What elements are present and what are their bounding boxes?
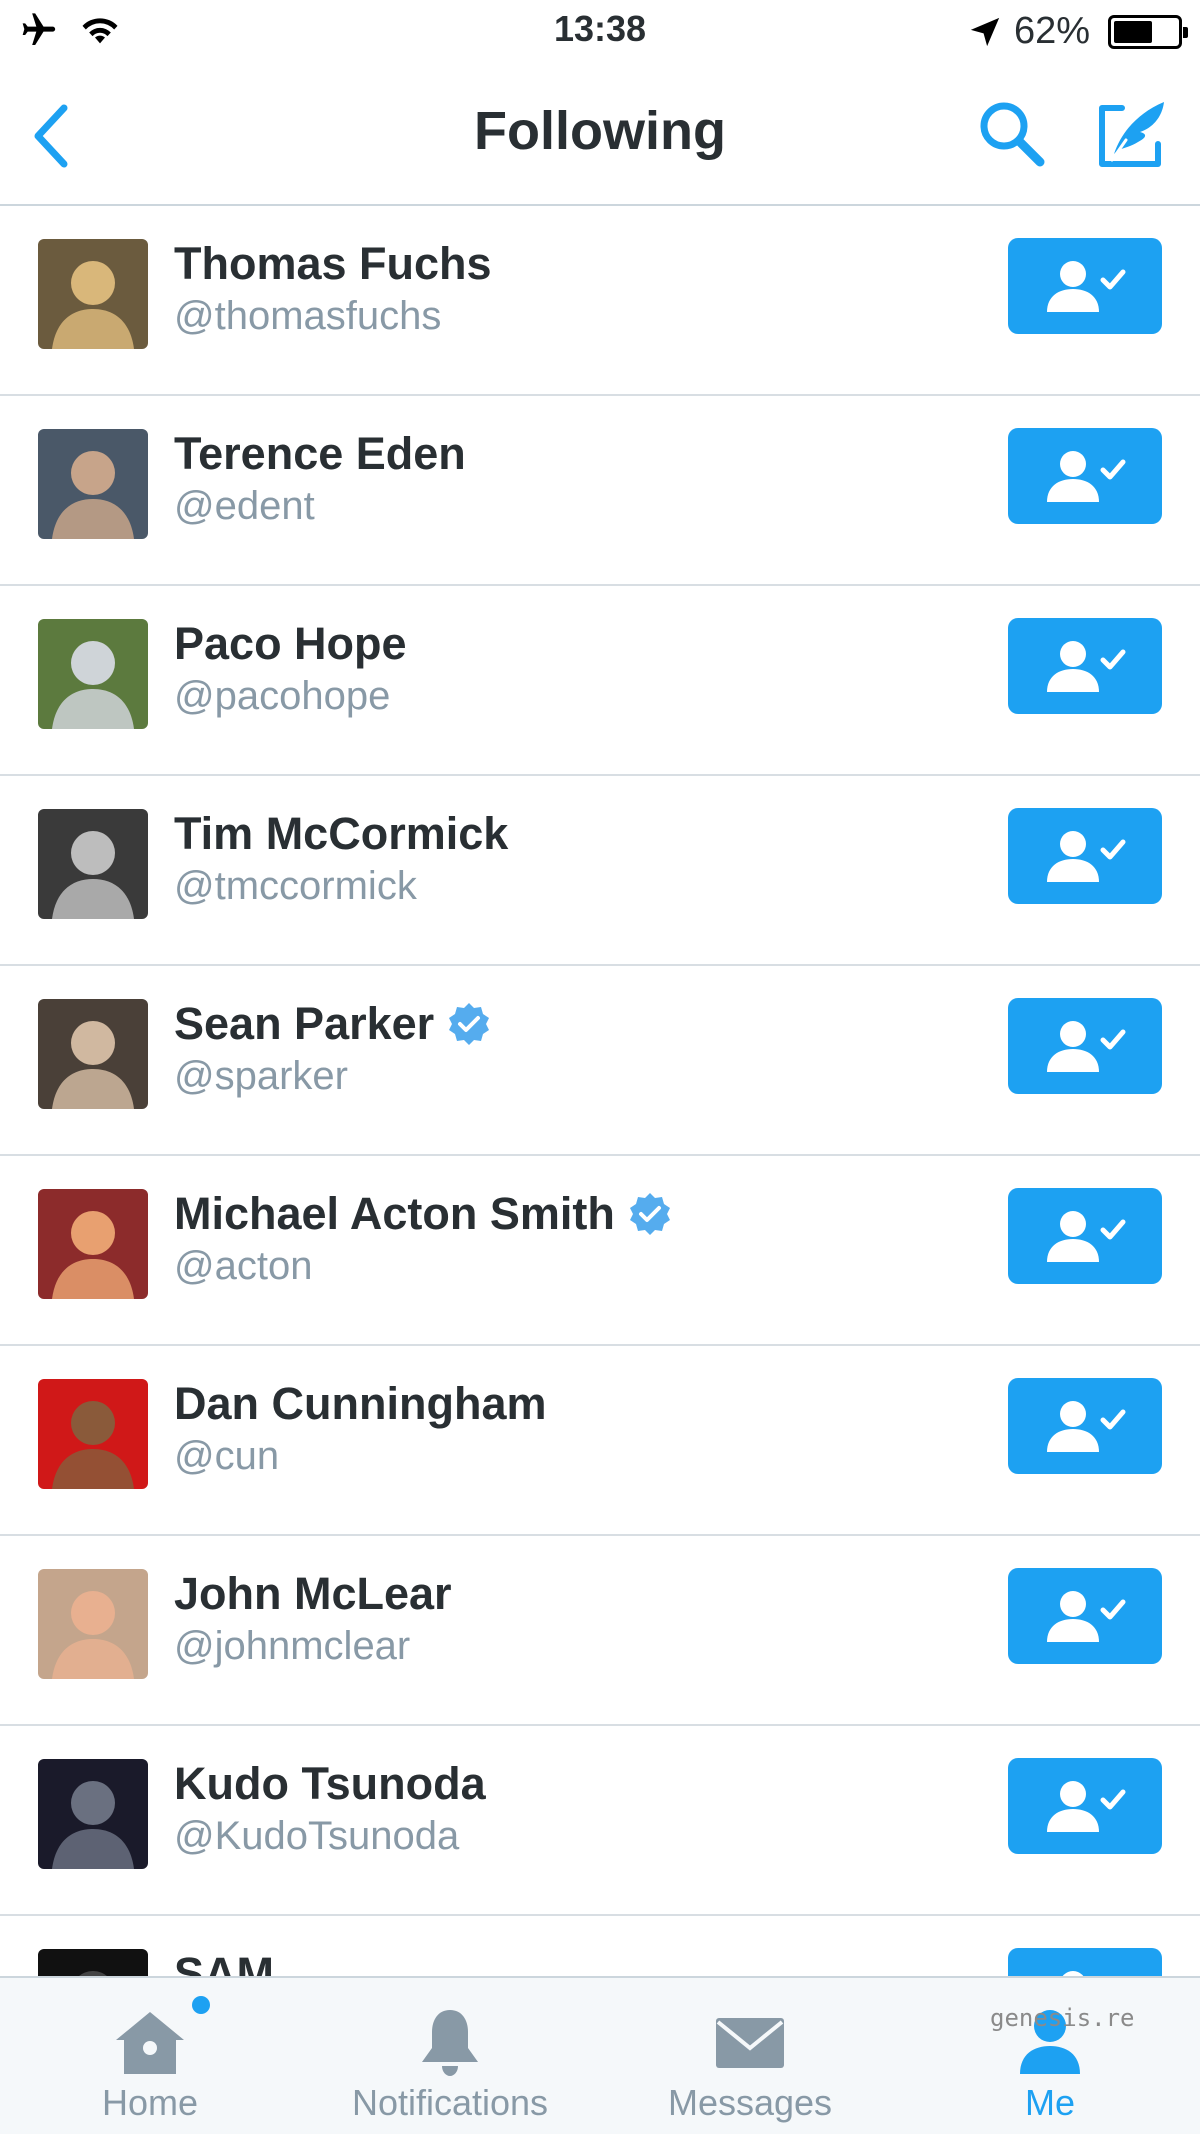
following-list: Thomas Fuchs @thomasfuchs Terence Eden @… <box>0 206 1200 1976</box>
following-button[interactable] <box>1008 1188 1162 1284</box>
user-name: Michael Acton Smith <box>174 1188 615 1239</box>
list-item[interactable]: Terence Eden @edent <box>0 396 1200 586</box>
tab-label-home: Home <box>101 2082 199 2123</box>
name-line: Tim McCormick <box>174 808 508 860</box>
following-button[interactable] <box>1008 618 1162 714</box>
bell-icon <box>422 2010 478 2076</box>
user-name: Kudo Tsunoda <box>174 1758 486 1809</box>
following-check-icon <box>1047 1211 1126 1262</box>
following-button[interactable] <box>1008 428 1162 524</box>
envelope-icon <box>716 2018 784 2068</box>
avatar[interactable] <box>38 809 148 919</box>
following-button[interactable] <box>1008 1378 1162 1474</box>
avatar[interactable] <box>38 429 148 539</box>
tab-label-messages: Messages <box>667 2082 833 2123</box>
following-button[interactable] <box>1008 998 1162 1094</box>
avatar[interactable] <box>38 999 148 1109</box>
tab-label-notifications: Notifications <box>351 2082 549 2123</box>
following-check-icon <box>1047 1781 1126 1832</box>
avatar[interactable] <box>38 1759 148 1869</box>
list-item[interactable]: Thomas Fuchs @thomasfuchs <box>0 206 1200 396</box>
following-button[interactable] <box>1008 1568 1162 1664</box>
status-bar: 13:38 62% <box>0 0 1200 66</box>
battery-cap <box>1183 26 1188 38</box>
user-name: SAM <box>174 1948 274 1976</box>
user-handle: @tmccormick <box>174 864 417 908</box>
user-name: Dan Cunningham <box>174 1378 547 1429</box>
following-check-icon <box>1047 451 1126 502</box>
following-button[interactable] <box>1008 808 1162 904</box>
user-name: Tim McCormick <box>174 808 509 859</box>
name-line: Terence Eden <box>174 428 466 480</box>
following-check-icon <box>1062 1971 1084 1976</box>
battery-fill <box>1114 20 1153 43</box>
following-check-icon <box>1047 1401 1126 1452</box>
list-item[interactable]: Michael Acton Smith @acton <box>0 1156 1200 1346</box>
list-item[interactable]: Kudo Tsunoda @KudoTsunoda <box>0 1726 1200 1916</box>
tab-home[interactable]: Home <box>0 1978 300 2134</box>
tab-bar: Home Notifications Messages Me genesis.r… <box>0 1976 1200 2134</box>
avatar[interactable] <box>38 1189 148 1299</box>
location-arrow-icon <box>970 17 1000 46</box>
user-name: Sean Parker <box>174 998 435 1049</box>
home-icon <box>116 2012 184 2074</box>
avatar[interactable] <box>38 239 148 349</box>
list-item[interactable]: Sean Parker @sparker <box>0 966 1200 1156</box>
nav-bar: Following <box>0 66 1200 206</box>
tab-label-me: Me <box>1024 2082 1075 2123</box>
user-name: John McLear <box>174 1568 452 1619</box>
following-check-icon <box>1047 641 1126 692</box>
user-name: Paco Hope <box>174 618 407 669</box>
following-check-icon <box>1047 261 1126 312</box>
name-line: Dan Cunningham <box>174 1378 546 1430</box>
user-handle: @sparker <box>174 1054 348 1098</box>
user-name: Terence Eden <box>174 428 466 479</box>
verified-badge-icon <box>449 1003 490 1045</box>
user-handle: @KudoTsunoda <box>174 1814 460 1858</box>
following-check-icon <box>1047 1591 1126 1642</box>
user-name: Thomas Fuchs <box>174 238 492 289</box>
battery-percent: 62% <box>1013 10 1090 52</box>
status-right: 62% <box>968 10 1188 53</box>
name-line: John McLear <box>174 1568 452 1620</box>
user-handle: @edent <box>174 484 315 528</box>
tab-messages[interactable]: Messages <box>600 1978 900 2134</box>
name-line: SAM <box>174 1948 274 1976</box>
verified-badge-icon <box>629 1193 670 1235</box>
list-item[interactable]: SAM <box>0 1916 1200 1976</box>
avatar[interactable] <box>38 1569 148 1679</box>
following-button[interactable] <box>1008 1948 1162 1976</box>
following-check-icon <box>1047 831 1126 882</box>
user-handle: @pacohope <box>174 674 391 718</box>
user-handle: @cun <box>174 1434 280 1478</box>
name-line: Michael Acton Smith <box>174 1188 673 1240</box>
tab-me[interactable]: Me <box>900 1978 1200 2134</box>
battery-icon <box>1108 14 1188 49</box>
avatar[interactable] <box>38 1379 148 1489</box>
name-line: Kudo Tsunoda <box>174 1758 486 1810</box>
home-badge-dot <box>192 1996 210 2014</box>
name-line: Thomas Fuchs <box>174 238 492 290</box>
compose-icon[interactable] <box>1092 94 1172 174</box>
avatar[interactable] <box>38 1949 148 1976</box>
user-handle: @acton <box>174 1244 313 1288</box>
name-line: Sean Parker <box>174 998 492 1050</box>
list-item[interactable]: Paco Hope @pacohope <box>0 586 1200 776</box>
tab-notifications[interactable]: Notifications <box>300 1978 600 2134</box>
user-handle: @thomasfuchs <box>174 294 442 338</box>
following-button[interactable] <box>1008 1758 1162 1854</box>
following-button[interactable] <box>1008 238 1162 334</box>
list-item[interactable]: John McLear @johnmclear <box>0 1536 1200 1726</box>
name-line: Paco Hope <box>174 618 407 670</box>
user-handle: @johnmclear <box>174 1624 411 1668</box>
search-icon[interactable] <box>976 98 1048 170</box>
watermark-text: genesis.re <box>990 2004 1135 2032</box>
following-check-icon <box>1047 1021 1126 1072</box>
list-item[interactable]: Dan Cunningham @cun <box>0 1346 1200 1536</box>
avatar[interactable] <box>38 619 148 729</box>
list-item[interactable]: Tim McCormick @tmccormick <box>0 776 1200 966</box>
